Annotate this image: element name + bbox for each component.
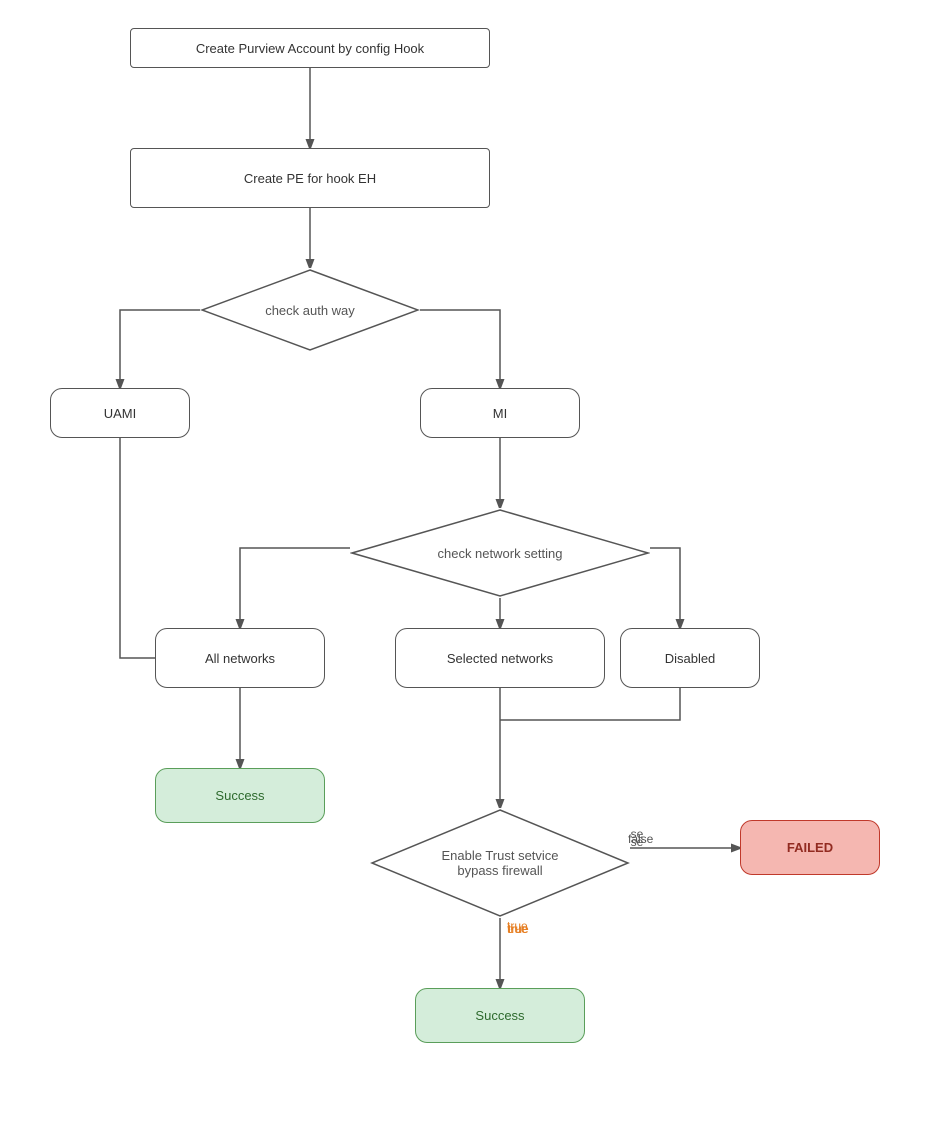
create-pe-node: Create PE for hook EH	[130, 148, 490, 208]
flowchart-diagram: false true false true Create Purview Acc…	[0, 0, 944, 1140]
false-label-overlay: false	[628, 832, 653, 846]
uami-node: UAMI	[50, 388, 190, 438]
mi-node: MI	[420, 388, 580, 438]
selected-networks-node: Selected networks	[395, 628, 605, 688]
all-networks-node: All networks	[155, 628, 325, 688]
success-top-node: Success	[155, 768, 325, 823]
enable-trust-diamond: Enable Trust setvice bypass firewall	[370, 808, 630, 918]
check-auth-diamond: check auth way	[200, 268, 420, 352]
check-network-diamond: check network setting	[350, 508, 650, 598]
disabled-node: Disabled	[620, 628, 760, 688]
success-bottom-node: Success	[415, 988, 585, 1043]
true-label-overlay: true	[508, 922, 529, 936]
failed-node: FAILED	[740, 820, 880, 875]
create-purview-node: Create Purview Account by config Hook	[130, 28, 490, 68]
